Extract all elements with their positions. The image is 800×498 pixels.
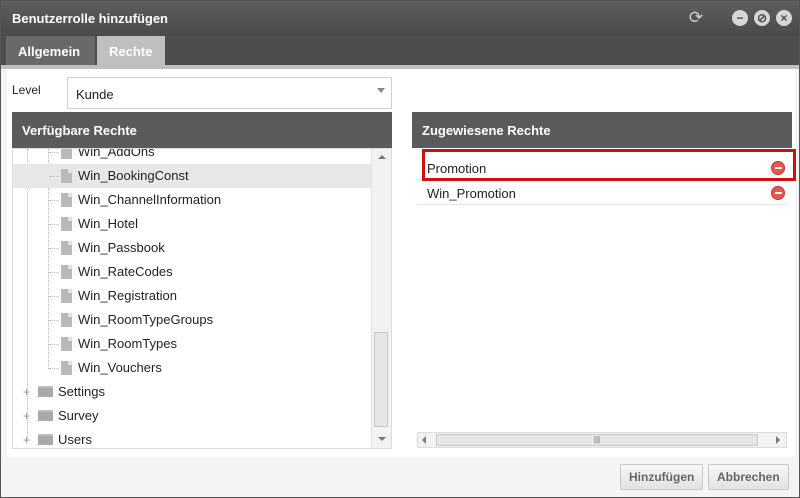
- tree-item[interactable]: Win_RoomTypeGroups: [13, 308, 371, 332]
- file-icon: [61, 337, 72, 351]
- tree-item[interactable]: Win_Vouchers: [13, 356, 371, 380]
- assigned-item-win-promotion[interactable]: Win_Promotion: [417, 181, 787, 205]
- folder-icon: [38, 410, 53, 421]
- tree-folder-survey[interactable]: + Survey: [13, 404, 371, 428]
- dialog-window: Benutzerrolle hinzufügen ⟳ − ⊘ × Allgeme…: [0, 0, 800, 498]
- tree-item-win-addons[interactable]: Win_AddOns: [13, 149, 371, 164]
- tree-vertical-scrollbar[interactable]: [371, 149, 391, 448]
- scroll-up-icon[interactable]: [378, 155, 386, 159]
- tab-bar: Allgemein Rechte: [1, 36, 799, 67]
- expand-icon[interactable]: +: [23, 410, 32, 422]
- title-bar[interactable]: Benutzerrolle hinzufügen ⟳ − ⊘ ×: [1, 1, 799, 36]
- tree-item[interactable]: Win_BookingConst: [13, 164, 371, 188]
- expand-icon[interactable]: +: [23, 386, 32, 398]
- assigned-rights-list[interactable]: Promotion Win_Promotion: [417, 148, 787, 448]
- close-icon[interactable]: ×: [776, 10, 792, 26]
- minimize-icon[interactable]: −: [732, 10, 748, 26]
- dialog-title: Benutzerrolle hinzufügen: [12, 11, 168, 26]
- file-icon: [61, 289, 72, 303]
- maximize-icon[interactable]: ⊘: [754, 10, 770, 26]
- tab-rechte[interactable]: Rechte: [97, 36, 165, 67]
- tree-item[interactable]: Win_Passbook: [13, 236, 371, 260]
- add-button[interactable]: Hinzufügen: [620, 464, 704, 490]
- file-icon: [61, 217, 72, 231]
- file-icon: [61, 193, 72, 207]
- file-icon: [61, 313, 72, 327]
- expand-icon[interactable]: +: [23, 434, 32, 446]
- level-label: Level: [12, 83, 41, 97]
- file-icon: [61, 361, 72, 375]
- tree-item[interactable]: Win_Registration: [13, 284, 371, 308]
- assigned-item-label: Win_Promotion: [427, 186, 516, 201]
- scroll-left-icon[interactable]: [422, 436, 426, 444]
- file-icon: [61, 265, 72, 279]
- level-value: Kunde: [76, 87, 114, 102]
- folder-icon: [38, 386, 53, 397]
- scrollbar-thumb[interactable]: |||: [436, 434, 758, 446]
- scrollbar-thumb[interactable]: [374, 332, 388, 427]
- remove-icon[interactable]: [771, 186, 785, 200]
- tree-folder-users[interactable]: + Users: [13, 428, 371, 448]
- assigned-horizontal-scrollbar[interactable]: |||: [417, 432, 787, 448]
- folder-icon: [38, 434, 53, 445]
- tree-item[interactable]: Win_RoomTypes: [13, 332, 371, 356]
- tree-item[interactable]: Win_ChannelInformation: [13, 188, 371, 212]
- tree-item[interactable]: Win_Hotel: [13, 212, 371, 236]
- available-rights-tree[interactable]: Win_AddOns Win_BookingConst Win_ChannelI…: [12, 148, 392, 449]
- cancel-button[interactable]: Abbrechen: [708, 464, 789, 490]
- scroll-down-icon[interactable]: [378, 437, 386, 441]
- tab-allgemein[interactable]: Allgemein: [6, 36, 95, 67]
- assigned-rights-header: Zugewiesene Rechte: [412, 112, 792, 148]
- file-icon: [61, 149, 72, 159]
- file-icon: [61, 241, 72, 255]
- tree-folder-settings[interactable]: + Settings: [13, 380, 371, 404]
- highlight-box: [422, 149, 796, 181]
- scroll-right-icon[interactable]: [776, 436, 780, 444]
- file-icon: [61, 169, 72, 183]
- tree-item[interactable]: Win_RateCodes: [13, 260, 371, 284]
- refresh-icon[interactable]: ⟳: [687, 9, 705, 27]
- level-select[interactable]: Kunde: [67, 77, 392, 109]
- available-rights-header: Verfügbare Rechte: [12, 112, 392, 148]
- chevron-down-icon[interactable]: [377, 88, 385, 93]
